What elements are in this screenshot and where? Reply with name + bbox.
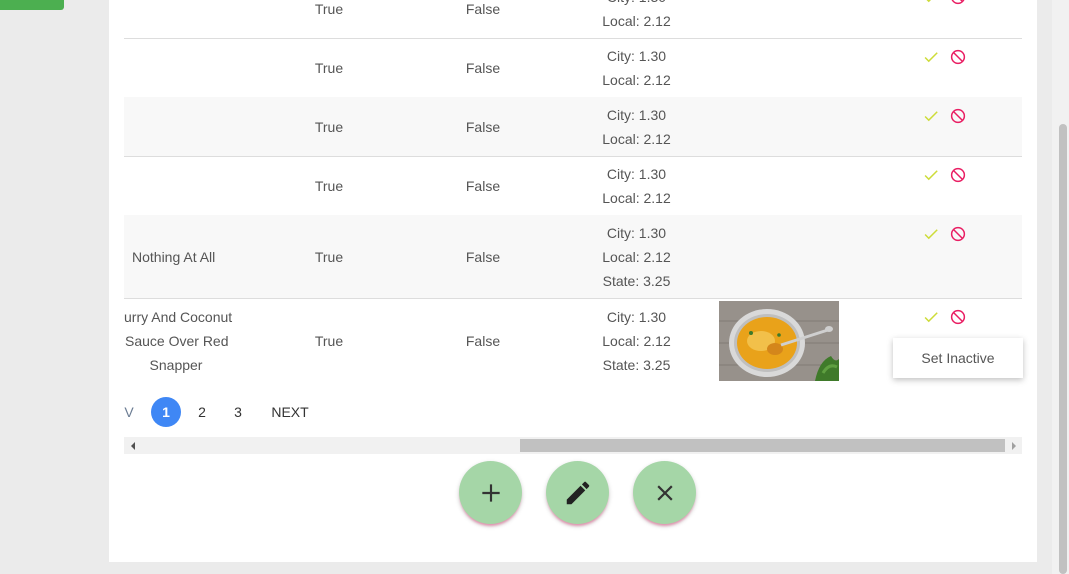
featured-cell: False [465,59,501,76]
table-row: True False City: 1.30 Local: 2.12 [124,0,1022,39]
name-cell: urry And Coconut Sauce Over Red Snapper [124,298,233,384]
featured-cell: False [465,118,501,135]
add-button[interactable] [459,461,522,524]
tax-city: City: 1.30 [606,106,667,123]
tax-local: Local: 2.12 [602,189,671,206]
pencil-icon [566,481,589,504]
tax-city: City: 1.30 [606,309,667,325]
check-icon[interactable] [922,225,940,243]
data-table: True False City: 1.30 Local: 2.12 True F… [124,0,1022,384]
tax-cell: City: 1.30 Local: 2.12 [579,38,694,97]
check-icon[interactable] [922,166,940,184]
green-header-strip [0,0,64,10]
vertical-scrollbar[interactable] [1052,0,1069,574]
active-cell: True [314,177,344,194]
name-cell: Nothing At All [124,215,236,298]
name-cell [124,38,228,97]
tax-cell: City: 1.30 Local: 2.12 [579,0,694,38]
scroll-left-icon[interactable] [124,437,141,454]
name-cell [124,156,228,215]
name-cell [124,97,228,156]
tax-local: Local: 2.12 [602,248,671,265]
food-photo [719,301,839,381]
featured-cell: False [465,333,501,349]
scroll-right-icon[interactable] [1005,437,1022,454]
table-row: True False City: 1.30 Local: 2.12 [124,97,1022,157]
active-cell: True [314,59,344,76]
close-button[interactable] [633,461,696,524]
tax-cell: City: 1.30 Local: 2.12 State: 3.25 [579,215,694,298]
edit-button[interactable] [546,461,609,524]
name-cell [124,0,228,38]
close-icon [656,484,673,501]
tax-local: Local: 2.12 [602,333,671,349]
block-icon[interactable] [949,48,967,66]
tax-city: City: 1.30 [606,165,667,182]
page-2-button[interactable]: 2 [194,397,210,427]
featured-cell: False [465,0,501,17]
tax-state: State: 3.25 [602,272,671,289]
block-icon[interactable] [949,308,967,326]
page-1-button[interactable]: 1 [151,397,181,427]
page-3-button[interactable]: 3 [230,397,246,427]
next-page-button[interactable]: NEXT [270,397,310,427]
tax-local: Local: 2.12 [602,130,671,147]
table-row: True False City: 1.30 Local: 2.12 [124,38,1022,98]
featured-cell: False [465,248,501,265]
active-cell: True [314,118,344,135]
actions-cell [919,97,975,156]
active-cell: True [314,248,344,265]
active-cell: True [314,0,344,17]
plus-icon [481,483,500,502]
item-name-line: urry And Coconut [124,309,233,325]
item-name-line: Sauce Over Red [125,333,229,349]
tax-local: Local: 2.12 [602,71,671,88]
block-icon[interactable] [949,166,967,184]
pagination: V 1 2 3 NEXT [124,397,524,427]
block-icon[interactable] [949,225,967,243]
prev-page-button[interactable]: V [124,397,134,427]
tax-state: State: 3.25 [602,357,671,373]
item-name: Nothing At All [132,248,216,265]
tax-local: Local: 2.12 [602,12,671,29]
actions-cell [919,38,975,97]
tax-city: City: 1.30 [606,224,667,241]
check-icon[interactable] [922,308,940,326]
check-icon[interactable] [922,0,940,6]
block-icon[interactable] [949,107,967,125]
tax-cell: City: 1.30 Local: 2.12 State: 3.25 [579,298,694,384]
horizontal-scroll-thumb[interactable] [520,439,1005,452]
featured-cell: False [465,177,501,194]
active-cell: True [314,333,344,349]
check-icon[interactable] [922,107,940,125]
set-inactive-label: Set Inactive [921,350,995,366]
image-cell [719,298,839,384]
table-row: True False City: 1.30 Local: 2.12 [124,156,1022,216]
vertical-scroll-thumb[interactable] [1059,124,1067,574]
tax-cell: City: 1.30 Local: 2.12 [579,156,694,215]
item-name-line: Snapper [149,357,203,373]
table-row: Nothing At All True False City: 1.30 Loc… [124,215,1022,299]
tax-city: City: 1.30 [606,47,667,64]
tax-cell: City: 1.30 Local: 2.12 [579,97,694,156]
table-row: urry And Coconut Sauce Over Red Snapper … [124,298,1022,384]
block-icon[interactable] [949,0,967,6]
horizontal-scrollbar[interactable] [124,437,1022,454]
tax-city: City: 1.30 [607,0,666,9]
check-icon[interactable] [922,48,940,66]
actions-cell [919,156,975,215]
set-inactive-tooltip[interactable]: Set Inactive [893,338,1023,378]
